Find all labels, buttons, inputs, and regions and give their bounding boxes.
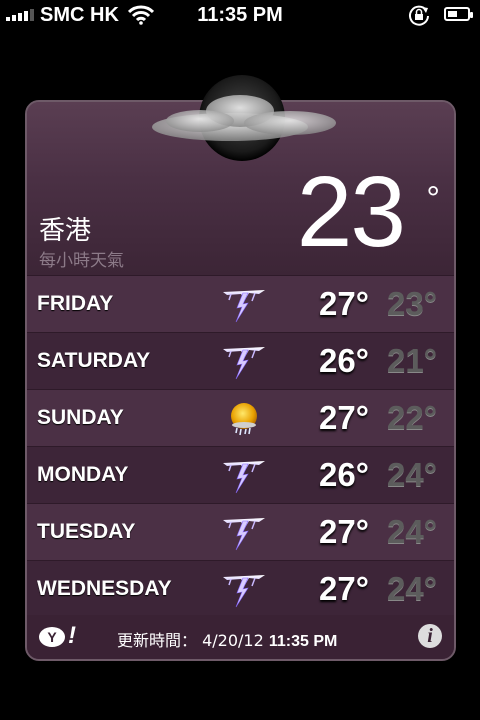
weather-card: 香港 每小時天氣 23 ° FRIDAY 27° 23° SATURDAY 26° 21°… — [25, 100, 456, 661]
forecast-high: 26° — [319, 456, 369, 493]
forecast-day: SATURDAY — [37, 349, 151, 372]
updated-label: 更新時間： — [117, 631, 198, 650]
forecast-high: 27° — [319, 513, 369, 550]
degree-symbol: ° — [426, 180, 440, 218]
hourly-weather-link[interactable]: 每小時天氣 — [39, 246, 124, 271]
city-name: 香港 — [39, 216, 92, 246]
forecast-low: 22° — [387, 399, 437, 436]
forecast-day: SUNDAY — [37, 406, 124, 429]
moon-cloud-icon — [152, 75, 336, 161]
battery-icon — [444, 7, 473, 21]
forecast-row: TUESDAY 27° 24° — [27, 503, 454, 560]
thunderstorm-icon — [219, 457, 269, 495]
forecast-list: FRIDAY 27° 23° SATURDAY 26° 21° SUNDAY 27° 22° MO… — [27, 275, 454, 617]
forecast-day: TUESDAY — [37, 520, 136, 543]
forecast-high: 26° — [319, 342, 369, 379]
forecast-high: 27° — [319, 399, 369, 436]
yahoo-logo-bang: ! — [68, 622, 76, 649]
forecast-low: 24° — [387, 513, 437, 550]
sun-rain-icon — [219, 400, 269, 438]
forecast-row: FRIDAY 27° 23° — [27, 275, 454, 332]
thunderstorm-icon — [219, 343, 269, 381]
card-footer: Y ! 更新時間： 4/20/12 11:35 PM i — [27, 615, 454, 659]
thunderstorm-icon — [219, 286, 269, 324]
current-temperature: 23 — [296, 156, 406, 268]
forecast-row: WEDNESDAY 27° 24° — [27, 560, 454, 617]
status-bar: SMC HK 11:35 PM — [0, 0, 480, 30]
forecast-row: MONDAY 26° 24° — [27, 446, 454, 503]
forecast-low: 23° — [387, 285, 437, 322]
forecast-row: SUNDAY 27° 22° — [27, 389, 454, 446]
rotation-lock-icon — [409, 5, 429, 26]
thunderstorm-icon — [219, 514, 269, 552]
forecast-high: 27° — [319, 285, 369, 322]
forecast-low: 24° — [387, 570, 437, 607]
info-button[interactable]: i — [418, 624, 442, 648]
last-updated: 更新時間： 4/20/12 11:35 PM — [117, 627, 337, 651]
forecast-day: WEDNESDAY — [37, 577, 172, 600]
forecast-row: SATURDAY 26° 21° — [27, 332, 454, 389]
thunderstorm-icon — [219, 571, 269, 609]
forecast-day: MONDAY — [37, 463, 129, 486]
updated-date: 4/20/12 — [202, 631, 264, 650]
yahoo-logo-icon[interactable]: Y — [39, 627, 65, 647]
forecast-day: FRIDAY — [37, 292, 114, 315]
forecast-high: 27° — [319, 570, 369, 607]
forecast-low: 24° — [387, 456, 437, 493]
forecast-low: 21° — [387, 342, 437, 379]
updated-time: 11:35 PM — [268, 633, 338, 650]
